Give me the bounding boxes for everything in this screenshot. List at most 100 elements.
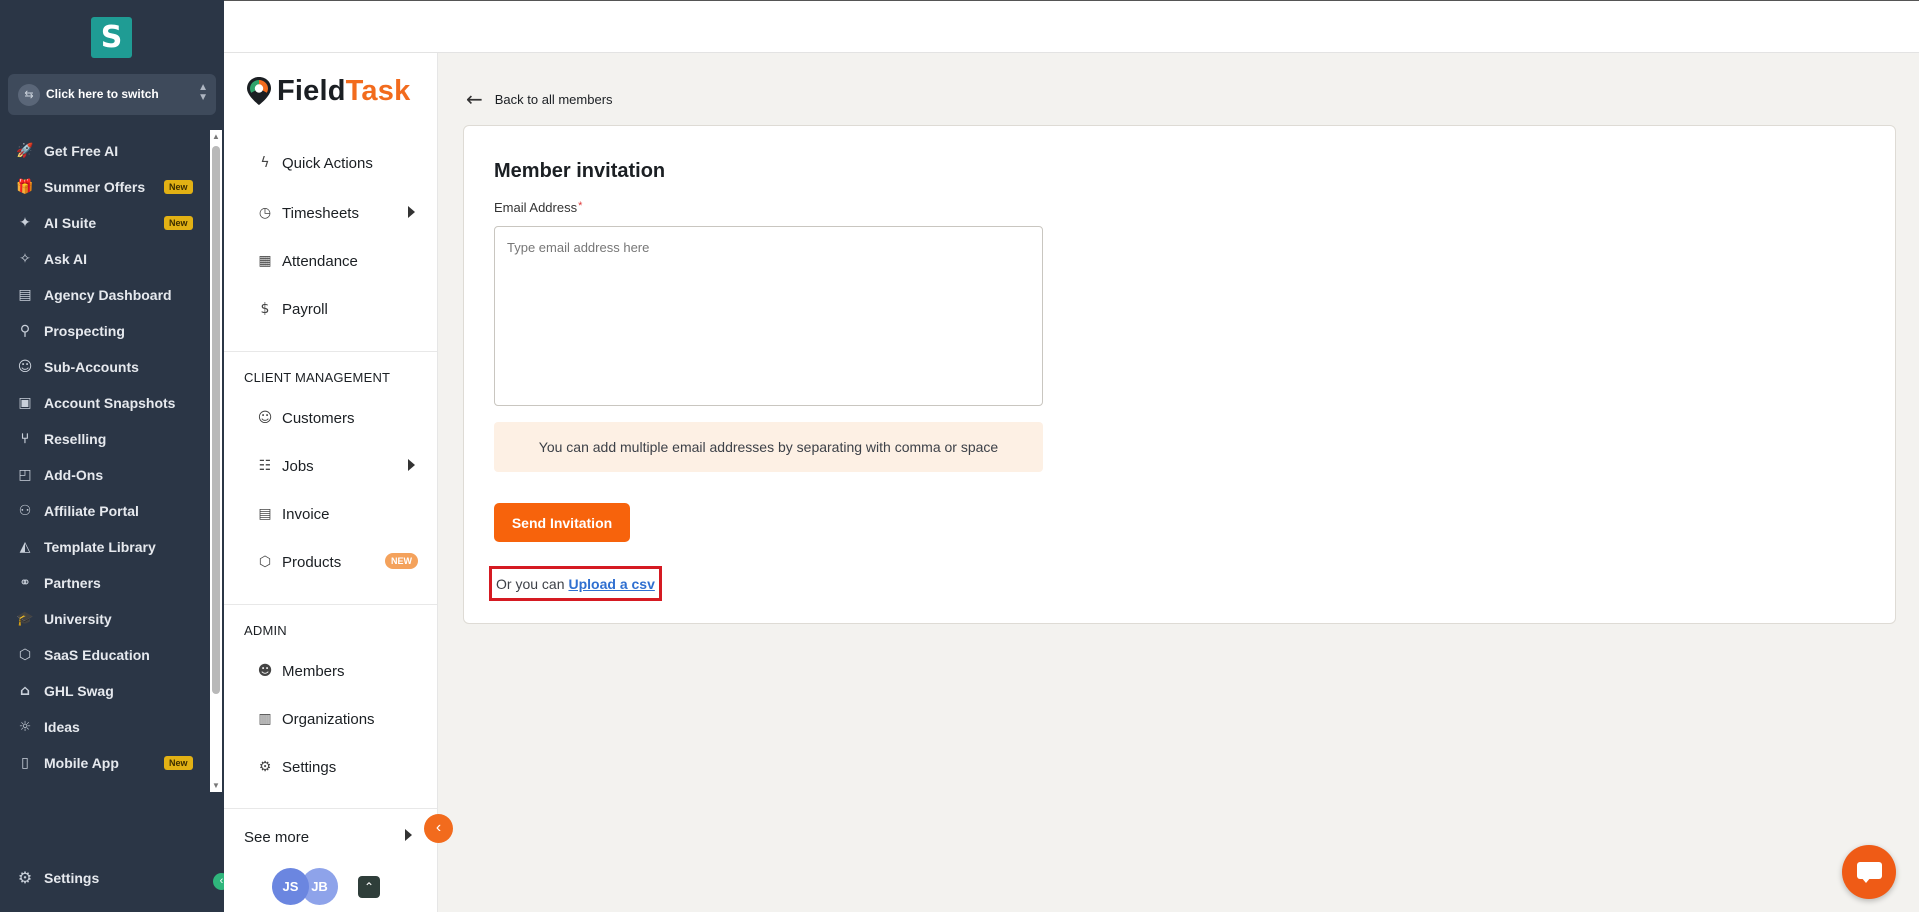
sidebar-item-saas-education[interactable]: ⬡ SaaS Education [0, 637, 210, 673]
nav-label: Products [282, 553, 342, 571]
app-logo[interactable]: S [91, 17, 132, 58]
sidebar-item-reselling[interactable]: ⑂ Reselling [0, 421, 210, 457]
sidebar-item-affiliate-portal[interactable]: ⚇ Affiliate Portal [0, 493, 210, 529]
sidebar-item-label: Get Free AI [44, 143, 119, 159]
page-title: Member invitation [494, 160, 666, 182]
sidebar-item-get-free-ai[interactable]: 🚀 Get Free AI [0, 133, 210, 169]
jobs-icon: ☷ [258, 458, 272, 474]
sidebar-item-ai-suite[interactable]: ✦ AI Suite New [0, 205, 210, 241]
user-icon: ☺ [17, 359, 33, 375]
sidebar-item-partners[interactable]: ⚭ Partners [0, 565, 210, 601]
see-more-button[interactable]: See more [244, 829, 309, 846]
nav-members[interactable]: ☻ Members [256, 659, 436, 683]
new-badge: New [164, 216, 193, 230]
send-invitation-button[interactable]: Send Invitation [494, 503, 630, 542]
sidebar-item-settings[interactable]: ⚙ Settings [14, 868, 99, 887]
collapse-menu-button[interactable]: ‹ [424, 814, 453, 843]
lightning-icon: ϟ [260, 155, 270, 171]
nav-label: Jobs [282, 457, 314, 475]
account-switcher-label: Click here to switch [46, 87, 159, 101]
nav-customers[interactable]: ☺ Customers [256, 406, 436, 430]
sidebar-scrollbar[interactable]: ▲ ▼ [210, 130, 222, 792]
sidebar-item-label: Agency Dashboard [44, 287, 172, 303]
clock-icon: ◷ [258, 205, 272, 221]
nav-jobs[interactable]: ☷ Jobs [256, 454, 436, 478]
calendar-icon: ▦ [258, 253, 272, 269]
sidebar-item-ask-ai[interactable]: ✧ Ask AI [0, 241, 210, 277]
scroll-up-arrow[interactable]: ▲ [211, 132, 221, 141]
scroll-down-arrow[interactable]: ▼ [211, 781, 221, 790]
csv-prefix-text: Or you can [496, 575, 565, 592]
sidebar-item-label: GHL Swag [44, 683, 114, 699]
sidebar-item-label: Account Snapshots [44, 395, 176, 411]
nav-label: Payroll [282, 300, 328, 318]
users-icon: ⚇ [18, 503, 32, 519]
fieldtask-logo[interactable]: FieldTask [246, 73, 410, 109]
sidebar-item-add-ons[interactable]: ◰ Add-Ons [0, 457, 210, 493]
sidebar-item-label: Sub-Accounts [44, 359, 139, 375]
sidebar-item-agency-dashboard[interactable]: ▤ Agency Dashboard [0, 277, 210, 313]
user-circle-icon: ☺ [257, 410, 273, 426]
nav-payroll[interactable]: $ Payroll [256, 297, 436, 321]
avatar[interactable]: JS [272, 868, 309, 905]
scrollbar-thumb[interactable] [212, 146, 220, 694]
sidebar-item-ghl-swag[interactable]: ⌂ GHL Swag [0, 673, 210, 709]
sidebar-item-summer-offers[interactable]: 🎁 Summer Offers New [0, 169, 210, 205]
sidebar-item-label: Prospecting [44, 323, 125, 339]
nav-label: Quick Actions [282, 154, 373, 172]
chevron-up-icon[interactable]: ⌃ [358, 876, 380, 898]
chat-widget-button[interactable] [1842, 845, 1896, 899]
new-badge: New [164, 180, 193, 194]
user-square-icon: ☻ [257, 663, 273, 679]
box-icon: ⬡ [18, 647, 32, 663]
nav-products[interactable]: ⬡ Products NEW [256, 550, 436, 574]
email-field[interactable] [494, 226, 1043, 406]
info-hint: You can add multiple email addresses by … [494, 422, 1043, 472]
store-icon: ⌂ [19, 683, 31, 699]
caret-right-icon[interactable] [405, 829, 412, 841]
sidebar-item-university[interactable]: 🎓 University [0, 601, 210, 637]
sidebar-item-ideas[interactable]: ☼ Ideas [0, 709, 210, 745]
sparkle-icon: ✦ [19, 215, 31, 231]
chevron-up-down-icon: ▲ ▼ [198, 82, 208, 103]
nav-quick-actions[interactable]: ϟ Quick Actions [256, 151, 436, 175]
nav-attendance[interactable]: ▦ Attendance [256, 249, 436, 273]
gear-icon: ⚙ [258, 759, 272, 775]
sidebar-item-sub-accounts[interactable]: ☺ Sub-Accounts [0, 349, 210, 385]
back-to-members-link[interactable]: ← Back to all members [466, 87, 613, 111]
snapshot-icon: ▣ [18, 395, 32, 411]
dollar-cycle-icon: $ [260, 301, 270, 317]
nav-timesheets[interactable]: ◷ Timesheets [256, 201, 436, 225]
nav-invoice[interactable]: ▤ Invoice [256, 502, 436, 526]
reselling-icon: ⑂ [20, 431, 30, 447]
sidebar-item-label: AI Suite [44, 215, 97, 231]
upload-csv-link[interactable]: Upload a csv [568, 576, 654, 592]
sidebar-item-prospecting[interactable]: ⚲ Prospecting [0, 313, 210, 349]
sidebar-item-mobile-app[interactable]: ▯ Mobile App New [0, 745, 210, 781]
divider [224, 351, 437, 352]
account-switcher[interactable]: ⇆ Click here to switch ▲ ▼ [8, 74, 216, 115]
sidebar-item-template-library[interactable]: ◭ Template Library [0, 529, 210, 565]
sidebar-item-label: Mobile App [44, 755, 119, 771]
switch-icon: ⇆ [18, 84, 40, 106]
caret-right-icon[interactable] [408, 206, 415, 218]
nav-label: Organizations [282, 710, 375, 728]
user-search-icon: ⚲ [19, 323, 31, 339]
shapes-icon: ◭ [19, 539, 31, 555]
bag-icon: ◰ [18, 467, 32, 483]
location-pin-icon [247, 77, 271, 105]
nav-organizations[interactable]: ▥ Organizations [256, 707, 436, 731]
new-badge: NEW [385, 553, 418, 569]
back-link-label: Back to all members [494, 91, 613, 107]
box-icon: ⬡ [258, 554, 272, 570]
invoice-icon: ▤ [258, 506, 272, 522]
upload-csv-row: Or you can Upload a csv [489, 566, 662, 601]
sidebar-item-label: Reselling [44, 431, 107, 447]
caret-right-icon[interactable] [408, 459, 415, 471]
nav-label: Settings [282, 758, 337, 776]
section-header-admin: ADMIN [244, 623, 287, 638]
nav-settings[interactable]: ⚙ Settings [256, 755, 436, 779]
sidebar-item-account-snapshots[interactable]: ▣ Account Snapshots [0, 385, 210, 421]
divider [224, 604, 437, 605]
sidebar-item-label: Affiliate Portal [44, 503, 139, 519]
